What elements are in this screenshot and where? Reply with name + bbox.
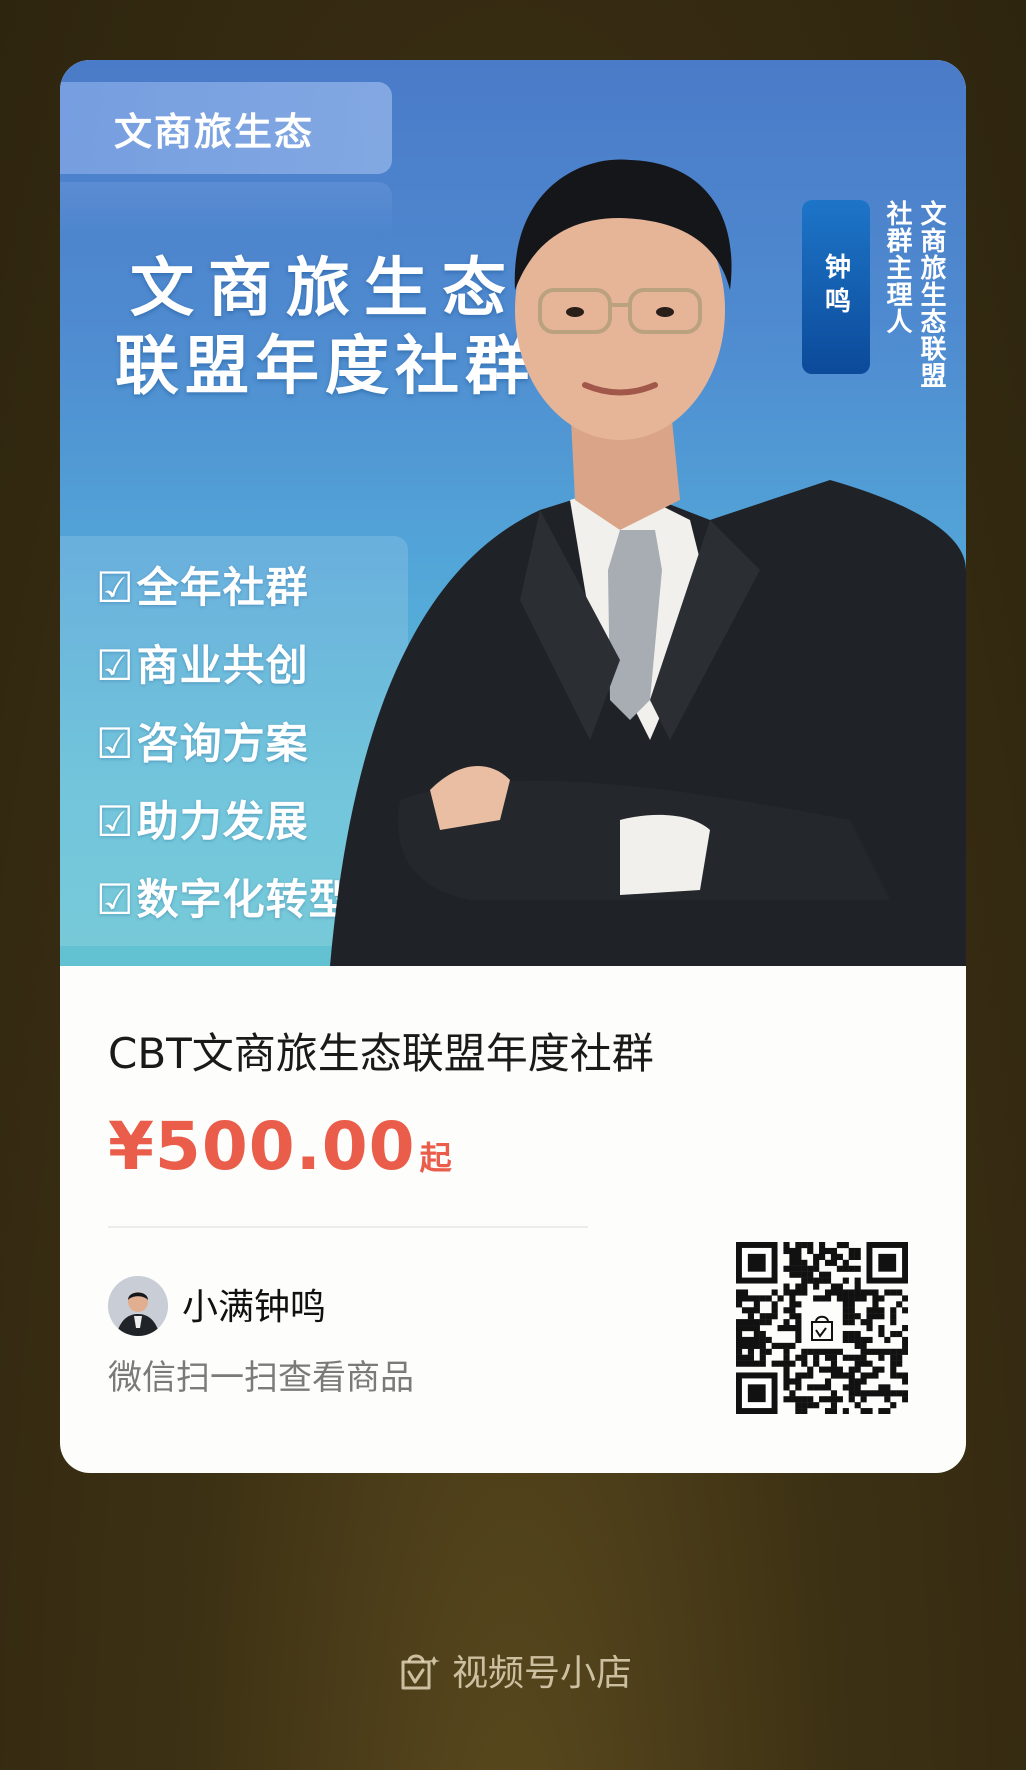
checklist-item: ☑咨询方案 <box>96 719 309 768</box>
presenter-name: 钟鸣 <box>820 253 851 321</box>
seller-name: 小满钟鸣 <box>182 1287 327 1328</box>
product-poster: 文商旅生态 文商旅生态 联盟年度社群 ☑全年社群 ☑商业共创 ☑咨询方案 ☑助力… <box>60 60 966 966</box>
product-price: ¥500.00 起 <box>108 1108 452 1185</box>
checkbox-icon: ☑ <box>96 797 135 846</box>
checkbox-icon: ☑ <box>96 875 135 924</box>
scan-hint: 微信扫一扫查看商品 <box>108 1358 414 1398</box>
footer-label: 视频号小店 <box>451 1653 632 1694</box>
price-suffix: 起 <box>419 1139 452 1177</box>
checklist-item: ☑助力发展 <box>96 797 309 846</box>
product-title: CBT文商旅生态联盟年度社群 <box>108 1029 654 1078</box>
presenter-organization: 文商旅生态联盟 <box>916 200 946 389</box>
divider <box>108 1226 588 1228</box>
checklist-item: ☑商业共创 <box>96 641 309 690</box>
checkbox-icon: ☑ <box>96 563 135 612</box>
checklist-item: ☑全年社群 <box>96 563 309 612</box>
poster-tag-label: 文商旅生态 <box>114 109 315 154</box>
qr-code[interactable] <box>736 1242 908 1414</box>
presenter-role: 社群主理人 <box>882 200 912 335</box>
footer-branding: 视频号小店 <box>0 1640 1026 1700</box>
shop-bag-icon <box>401 1654 440 1690</box>
avatar <box>108 1276 168 1336</box>
product-share-card[interactable]: 文商旅生态 文商旅生态 联盟年度社群 ☑全年社群 ☑商业共创 ☑咨询方案 ☑助力… <box>60 60 966 1473</box>
checkbox-icon: ☑ <box>96 641 135 690</box>
checkbox-icon: ☑ <box>96 719 135 768</box>
presenter-name-badge: 钟鸣 <box>802 200 870 374</box>
price-amount: ¥500.00 <box>108 1108 416 1185</box>
